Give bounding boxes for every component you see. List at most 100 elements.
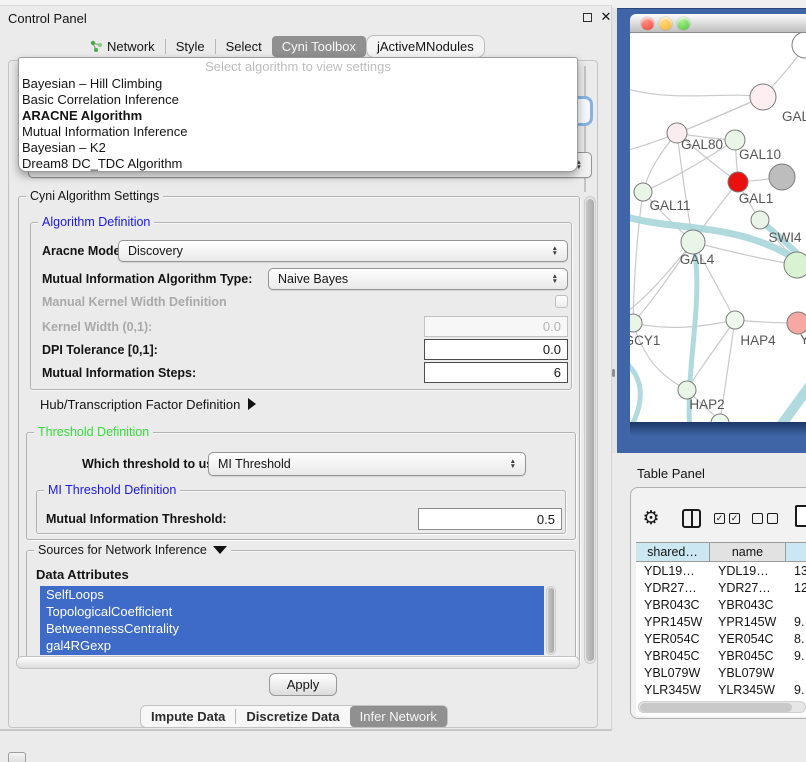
table-row[interactable]: YBL079WYBL079W: [636, 664, 806, 681]
divider-handle[interactable]: [612, 369, 615, 377]
unchecked-box-icon[interactable]: [767, 513, 778, 524]
algorithm-option[interactable]: Mutual Information Inference: [19, 124, 577, 140]
table-row[interactable]: YBR043CYBR043C: [636, 596, 806, 613]
zoom-traffic-light[interactable]: [677, 17, 690, 30]
data-attributes-list: SelfLoopsTopologicalCoefficientBetweenne…: [40, 586, 544, 655]
table-cell: YBL079W: [636, 666, 710, 680]
table-row[interactable]: YBR045CYBR045C9.: [636, 647, 806, 664]
table-cell: YBR043C: [710, 598, 786, 612]
data-attribute-item[interactable]: BetweennessCentrality: [40, 620, 544, 637]
hub-section-header[interactable]: Hub/Transcription Factor Definition: [40, 396, 256, 412]
tab-cyni-toolbox[interactable]: Cyni Toolbox: [272, 36, 366, 57]
table-row[interactable]: YER054CYER054C8.: [636, 630, 806, 647]
table-column-header[interactable]: name: [710, 543, 786, 561]
algorithm-option[interactable]: ARACNE Algorithm: [19, 108, 577, 124]
popup-placeholder: Select algorithm to view settings: [19, 58, 577, 76]
close-icon[interactable]: ✕: [599, 9, 613, 25]
network-edge-highlighted: [742, 369, 806, 422]
settings-vertical-scrollbar[interactable]: [584, 196, 596, 664]
float-window-icon[interactable]: [583, 13, 592, 22]
attributes-scrollbar[interactable]: [546, 586, 556, 655]
data-attribute-item[interactable]: gal4RGexp: [40, 637, 544, 654]
control-panel-title: Control Panel: [8, 9, 87, 27]
table-cell: YLR345W: [710, 683, 786, 697]
table-cell: YLR345W: [636, 683, 710, 697]
table-cell: 13: [786, 564, 806, 578]
unchecked-box-icon[interactable]: [752, 513, 763, 524]
network-node-salmon-node[interactable]: [787, 312, 806, 334]
mi-steps-field[interactable]: 6: [424, 362, 568, 383]
network-node-label: GCY1: [630, 333, 660, 348]
network-node-label: SWI4: [768, 230, 801, 245]
network-node-pink-upper[interactable]: [750, 84, 776, 110]
tab-impute-data[interactable]: Impute Data: [141, 706, 235, 727]
table-row[interactable]: YLR345WYLR345W9.: [636, 681, 806, 698]
network-window-titlebar[interactable]: [630, 14, 806, 33]
network-node-label: GAL11: [649, 198, 690, 213]
mi-type-combo[interactable]: Naive Bayes ▲▼: [268, 268, 568, 290]
network-node-GAL1-red[interactable]: [728, 172, 748, 192]
network-node-HAP4[interactable]: [726, 311, 744, 329]
top-strip: [0, 0, 612, 6]
table-row[interactable]: YDL19…YDL19…13: [636, 562, 806, 579]
table-header-row: shared…name: [636, 542, 806, 562]
sources-legend[interactable]: Sources for Network Inference: [34, 543, 231, 557]
network-node-label: HAP4: [740, 333, 776, 348]
checked-box-icon[interactable]: ✓: [729, 513, 740, 524]
network-edge: [633, 320, 735, 327]
stepper-arrows-icon: ▲▼: [552, 246, 558, 256]
table-row[interactable]: YDR27…YDR27…12: [636, 579, 806, 596]
settings-horizontal-scrollbar[interactable]: [16, 656, 580, 669]
mi-threshold-legend: MI Threshold Definition: [44, 483, 180, 497]
network-node-GCY1[interactable]: [630, 314, 642, 332]
kernel-width-label: Kernel Width (0,1):: [42, 316, 152, 337]
network-node-top-partial[interactable]: [792, 33, 806, 58]
table-column-header[interactable]: [786, 543, 806, 561]
threshold-definition-legend: Threshold Definition: [34, 425, 153, 439]
algorithm-option[interactable]: Bayesian – Hill Climbing: [19, 76, 577, 92]
table-cell: 8.: [786, 632, 806, 646]
tab-network[interactable]: Network: [80, 36, 165, 57]
algorithm-option[interactable]: Bayesian – K2: [19, 140, 577, 156]
checked-box-icon[interactable]: ✓: [714, 513, 725, 524]
tab-infer-network[interactable]: Infer Network: [350, 706, 447, 727]
kernel-width-field[interactable]: 0.0: [424, 316, 568, 337]
minimize-traffic-light[interactable]: [659, 17, 672, 30]
tab-jactivemnodules[interactable]: jActiveMNodules: [366, 35, 485, 58]
data-attribute-item[interactable]: TopologicalCoefficient: [40, 603, 544, 620]
split-columns-icon[interactable]: [682, 509, 701, 528]
algorithm-option[interactable]: Dream8 DC_TDC Algorithm: [19, 156, 577, 172]
table-column-header[interactable]: shared…: [636, 543, 710, 561]
aracne-mode-combo[interactable]: Discovery ▲▼: [118, 240, 568, 262]
data-attribute-item[interactable]: SelfLoops: [40, 586, 544, 603]
network-graph: GAL80GAL10GAL1GAL11SWI4GAL4GCY1HAP4HAP2G…: [630, 33, 806, 422]
network-node-big-green[interactable]: [784, 252, 806, 278]
network-node-GAL4[interactable]: [681, 230, 705, 254]
collapse-down-icon: [213, 546, 227, 554]
table-cell: YBR045C: [636, 649, 710, 663]
apply-button[interactable]: Apply: [269, 673, 337, 696]
minimized-panel-icon[interactable]: [8, 752, 26, 762]
table-cell: 9.: [786, 683, 806, 697]
document-icon[interactable]: [795, 505, 806, 527]
gear-icon[interactable]: ⚙: [641, 507, 661, 529]
aracne-mode-label: Aracne Mode:: [42, 240, 125, 262]
desktop: { "control_panel": { "title": "Control P…: [0, 0, 806, 762]
algorithm-option[interactable]: Basic Correlation Inference: [19, 92, 577, 108]
tab-style[interactable]: Style: [166, 36, 215, 57]
close-traffic-light[interactable]: [641, 17, 654, 30]
cyni-settings-legend: Cyni Algorithm Settings: [26, 189, 163, 203]
tab-discretize-data[interactable]: Discretize Data: [236, 706, 349, 727]
table-cell: YER054C: [710, 632, 786, 646]
dpi-tolerance-field[interactable]: 0.0: [424, 339, 568, 360]
mi-threshold-field[interactable]: 0.5: [418, 508, 562, 530]
manual-kernel-checkbox[interactable]: [555, 295, 568, 308]
network-node-GAL1-green[interactable]: [751, 211, 769, 229]
network-canvas[interactable]: GAL80GAL10GAL1GAL11SWI4GAL4GCY1HAP4HAP2G…: [630, 33, 806, 422]
tab-select[interactable]: Select: [216, 36, 272, 57]
table-row[interactable]: YPR145WYPR145W9.: [636, 613, 806, 630]
network-node-label: GAL10: [739, 147, 781, 162]
which-threshold-combo[interactable]: MI Threshold ▲▼: [208, 452, 526, 476]
network-node-gray-node[interactable]: [769, 164, 795, 190]
table-horizontal-scrollbar[interactable]: [638, 701, 806, 713]
